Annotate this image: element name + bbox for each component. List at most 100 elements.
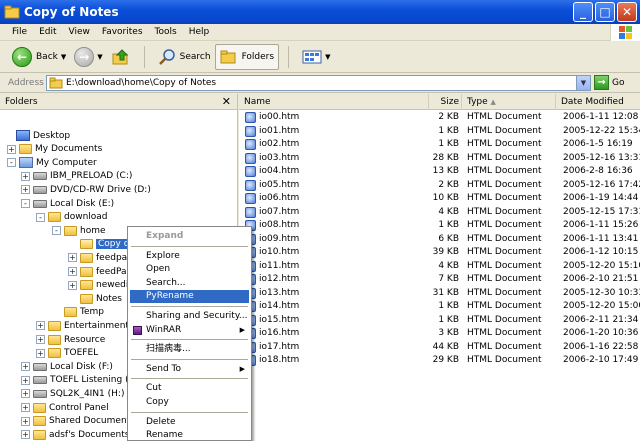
collapse-icon[interactable]: - [7, 158, 16, 168]
file-row[interactable]: io14.htm 1 KB HTML Document 2005-12-20 15:0… [239, 300, 640, 313]
expand-icon[interactable]: + [36, 321, 45, 331]
tree-node[interactable]: Notes [68, 292, 122, 305]
address-input[interactable]: E:\download\home\Copy of Notes ▼ [46, 75, 591, 91]
tree-node[interactable]: - Local Disk (E:) [21, 197, 114, 210]
search-button[interactable]: Search [154, 44, 215, 70]
menu-tools[interactable]: Tools [149, 24, 183, 40]
forward-button[interactable]: → ▼ [70, 44, 106, 70]
menu-item-send-to[interactable]: Send To ▶ [130, 363, 249, 376]
file-row[interactable]: io11.htm 4 KB HTML Document 2005-12-20 15:1… [239, 260, 640, 273]
chevron-down-icon[interactable]: ▼ [61, 53, 66, 61]
menu-edit[interactable]: Edit [33, 24, 62, 40]
up-folder-button[interactable] [107, 44, 135, 70]
tree-node[interactable]: + SQL2K_4IN1 (H:) [21, 387, 124, 400]
folder-icon [48, 348, 61, 359]
tree-node[interactable]: + Local Disk (F:) [21, 360, 113, 373]
menu-item-cut[interactable]: Cut [130, 382, 249, 395]
expand-icon[interactable]: + [21, 430, 30, 440]
menu-item-explore[interactable]: Explore [130, 250, 249, 263]
column-header-size[interactable]: Size [429, 94, 462, 110]
menu-item-scan-virus[interactable]: 扫描病毒... [130, 343, 249, 356]
menu-item-copy[interactable]: Copy [130, 396, 249, 409]
tree-node[interactable]: + Control Panel [21, 401, 109, 414]
expand-icon[interactable]: + [21, 185, 30, 195]
tree-node[interactable]: - download [36, 211, 108, 224]
menu-item-delete[interactable]: Delete [130, 416, 249, 429]
collapse-icon[interactable]: - [21, 199, 30, 208]
file-row[interactable]: io12.htm 7 KB HTML Document 2006-2-10 21:51 [239, 273, 640, 286]
expand-icon[interactable]: + [21, 362, 30, 372]
tree-node-label: Notes [96, 293, 122, 304]
close-icon[interactable]: ✕ [222, 94, 231, 110]
html-document-icon [245, 193, 256, 204]
file-row[interactable]: io07.htm 4 KB HTML Document 2005-12-15 17:3… [239, 206, 640, 219]
tree-node[interactable]: + My Documents [7, 143, 102, 156]
folders-button[interactable]: Folders [214, 43, 280, 70]
chevron-down-icon[interactable]: ▼ [325, 53, 330, 61]
collapse-icon[interactable]: - [52, 226, 61, 236]
expand-icon[interactable]: + [36, 348, 45, 358]
file-row[interactable]: io06.htm 10 KB HTML Document 2006-1-19 14:4… [239, 192, 640, 205]
file-row[interactable]: io16.htm 3 KB HTML Document 2006-1-20 10:36 [239, 327, 640, 340]
file-row[interactable]: io17.htm 44 KB HTML Document 2006-1-16 22:5… [239, 341, 640, 354]
tree-node[interactable]: + TOEFEL [36, 347, 98, 360]
expand-icon[interactable]: + [68, 267, 77, 276]
menu-item-search[interactable]: Search... [130, 277, 249, 290]
go-button[interactable]: → Go [594, 75, 624, 90]
file-row[interactable]: io04.htm 13 KB HTML Document 2006-2-8 16:36 [239, 165, 640, 178]
expand-icon[interactable]: + [21, 389, 30, 399]
menu-file[interactable]: File [6, 24, 33, 40]
back-button[interactable]: ← Back ▼ [8, 44, 70, 70]
close-button[interactable]: ✕ [617, 2, 637, 22]
expand-icon[interactable]: + [7, 144, 16, 154]
menu-item-sharing-and-security[interactable]: Sharing and Security... [130, 310, 249, 323]
expand-icon[interactable]: + [36, 335, 45, 344]
tree-node[interactable]: - home [52, 224, 106, 237]
tree-node[interactable]: + Resource [36, 333, 105, 346]
minimize-button[interactable]: _ [573, 2, 593, 22]
expand-icon[interactable]: + [21, 403, 30, 412]
tree-node[interactable]: + DVD/CD-RW Drive (D:) [21, 183, 151, 196]
tree-node[interactable]: Temp [52, 306, 104, 319]
expand-icon[interactable]: + [68, 280, 77, 290]
tree-node[interactable]: Desktop [4, 129, 70, 142]
tree-node[interactable]: + TOEFL Listening (G:) [21, 374, 142, 387]
file-row[interactable]: io02.htm 1 KB HTML Document 2006-1-5 16:19 [239, 138, 640, 151]
expand-icon[interactable]: + [21, 416, 30, 426]
column-header-date[interactable]: Date Modified [556, 94, 640, 110]
menu-help[interactable]: Help [183, 24, 216, 40]
menu-favorites[interactable]: Favorites [96, 24, 149, 40]
maximize-button[interactable]: □ [595, 2, 615, 22]
column-header-name[interactable]: Name [239, 94, 429, 110]
views-button[interactable]: ▼ [298, 44, 334, 70]
tree-node[interactable]: + Shared Documents [21, 415, 135, 428]
tree-node[interactable]: + newedit [68, 279, 132, 292]
file-row[interactable]: io13.htm 31 KB HTML Document 2005-12-30 10:… [239, 287, 640, 300]
file-row[interactable]: io10.htm 39 KB HTML Document 2006-1-12 10:1… [239, 246, 640, 259]
address-dropdown-button[interactable]: ▼ [576, 76, 590, 90]
file-row[interactable]: io00.htm 2 KB HTML Document 2006-1-11 12:08 [239, 111, 640, 124]
file-row[interactable]: io15.htm 1 KB HTML Document 2006-2-11 21:34 [239, 314, 640, 327]
expand-icon[interactable]: + [68, 253, 77, 263]
column-header-type[interactable]: Type ▲ [462, 94, 556, 110]
menu-item-open[interactable]: Open [130, 263, 249, 276]
tree-node[interactable]: + adsf's Documents [21, 428, 129, 441]
tree-node[interactable]: + Entertainment [36, 319, 129, 332]
collapse-icon[interactable]: - [36, 212, 45, 222]
tree-node[interactable]: + IBM_PRELOAD (C:) [21, 170, 132, 183]
file-row[interactable]: io05.htm 2 KB HTML Document 2005-12-16 17:4… [239, 179, 640, 192]
menu-item-winrar[interactable]: WinRAR ▶ [130, 324, 249, 337]
file-row[interactable]: io18.htm 29 KB HTML Document 2006-2-10 17:4… [239, 354, 640, 367]
file-row[interactable]: io09.htm 6 KB HTML Document 2006-1-11 13:41 [239, 233, 640, 246]
file-row[interactable]: io08.htm 1 KB HTML Document 2006-1-11 15:26 [239, 219, 640, 232]
menu-item-rename[interactable]: Rename [130, 429, 249, 441]
chevron-down-icon[interactable]: ▼ [97, 53, 102, 61]
file-row[interactable]: io01.htm 1 KB HTML Document 2005-12-22 15:3… [239, 125, 640, 138]
menu-item-pyrename[interactable]: PyRename [130, 290, 249, 304]
file-row[interactable]: io03.htm 28 KB HTML Document 2005-12-16 13:… [239, 152, 640, 165]
tree-node[interactable]: - My Computer [7, 156, 97, 169]
expand-icon[interactable]: + [21, 171, 30, 181]
expand-icon[interactable]: + [21, 375, 30, 385]
drive-icon [33, 172, 47, 181]
menu-view[interactable]: View [63, 24, 96, 40]
